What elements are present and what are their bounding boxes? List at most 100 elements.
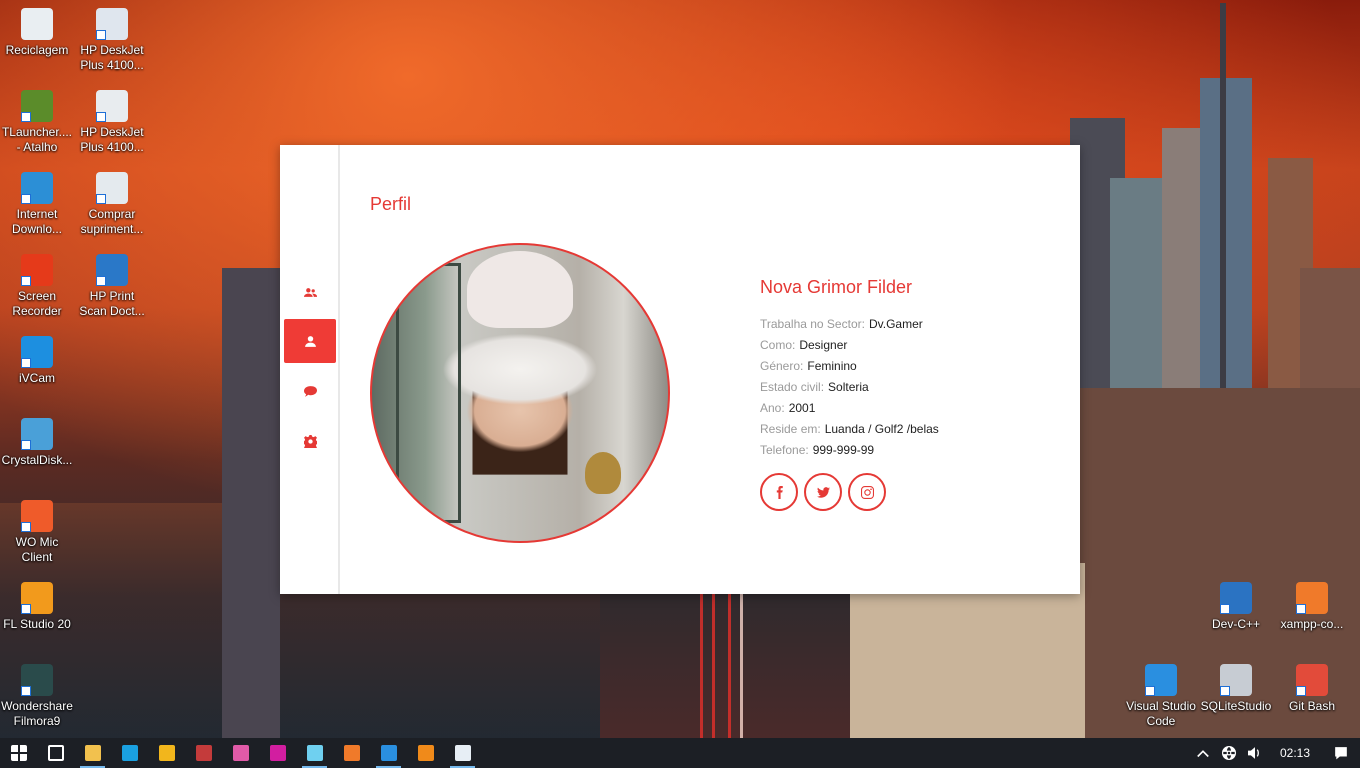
nav-team-button[interactable] — [284, 270, 336, 314]
social-links — [760, 473, 1060, 511]
desktop-shortcut-label: HP DeskJet Plus 4100... — [80, 43, 144, 72]
users-icon — [303, 287, 317, 297]
desktop-shortcut-label: CrystalDisk... — [1, 453, 73, 467]
desktop-shortcut[interactable]: FL Studio 20 — [0, 582, 74, 632]
notifications-button[interactable] — [1322, 746, 1360, 760]
desktop-shortcut-label: Wondershare Filmora9 — [1, 699, 73, 728]
taskbar-button[interactable] — [444, 738, 481, 768]
chevron-up-icon — [1197, 750, 1209, 758]
twitter-icon — [816, 486, 830, 498]
taskbar-button[interactable] — [37, 738, 74, 768]
desktop-shortcut[interactable]: Comprar supriment... — [75, 172, 149, 237]
ivcam-icon — [21, 336, 53, 368]
desktop-shortcut-label: iVCam — [18, 371, 55, 385]
desktop-shortcut-label: Screen Recorder — [12, 289, 62, 318]
access-icon — [195, 745, 212, 761]
profile-name: Nova Grimor Filder — [760, 277, 913, 297]
desktop-shortcut-label: FL Studio 20 — [3, 617, 71, 631]
desktop-shortcut-label: SQLiteStudio — [1200, 699, 1272, 713]
taskbar-button[interactable] — [296, 738, 333, 768]
network-button[interactable] — [1216, 746, 1242, 760]
desktop-shortcut-label: Reciclagem — [5, 43, 69, 57]
profile-sidebar — [280, 145, 340, 594]
desktop-shortcut[interactable]: Wondershare Filmora9 — [0, 664, 74, 729]
field-gender: Género: Feminino — [760, 356, 1060, 377]
desktop-shortcut[interactable]: HP DeskJet Plus 4100... — [75, 8, 149, 73]
taskbar-button[interactable] — [148, 738, 185, 768]
desktop-shortcut[interactable]: HP Print Scan Doct... — [75, 254, 149, 319]
desktop-shortcut[interactable]: Git Bash — [1275, 664, 1349, 714]
git-bash-icon — [1296, 664, 1328, 696]
show-hidden-icons-button[interactable] — [1190, 746, 1216, 760]
file-explorer-icon — [84, 745, 101, 761]
desktop-shortcut[interactable]: HP DeskJet Plus 4100... — [75, 90, 149, 155]
printer-cart-icon — [96, 172, 128, 204]
desktop-shortcut[interactable]: Dev-C++ — [1199, 582, 1273, 632]
desktop-shortcut[interactable]: Screen Recorder — [0, 254, 74, 319]
desktop-shortcut[interactable]: WO Mic Client — [0, 500, 74, 565]
desktop-shortcut-label: Internet Downlo... — [11, 207, 63, 236]
desktop-shortcut-label: HP DeskJet Plus 4100... — [80, 125, 144, 154]
system-tray: 02:13 — [1190, 738, 1360, 768]
sqlite-studio-icon — [1220, 664, 1252, 696]
desktop-shortcut-label: Visual Studio Code — [1126, 699, 1196, 728]
nav-settings-button[interactable] — [284, 419, 336, 463]
field-value: Luanda / Golf2 /belas — [824, 422, 939, 436]
filmora-icon — [21, 664, 53, 696]
screen-recorder-icon — [21, 254, 53, 286]
field-marital-status: Estado civil: Solteria — [760, 377, 1060, 398]
windows-start-icon — [10, 745, 27, 761]
clock[interactable]: 02:13 — [1268, 746, 1322, 760]
field-label: Género: — [760, 359, 804, 373]
taskbar-button[interactable] — [111, 738, 148, 768]
notepad-icon — [306, 745, 323, 761]
notification-center-icon — [1335, 747, 1347, 760]
field-year: Ano: 2001 — [760, 398, 1060, 419]
desktop-shortcut[interactable]: SQLiteStudio — [1199, 664, 1273, 714]
facebook-icon — [776, 485, 783, 499]
field-value: Feminino — [807, 359, 857, 373]
nav-messages-button[interactable] — [284, 369, 336, 413]
desktop-shortcut[interactable]: CrystalDisk... — [0, 418, 74, 468]
taskbar-button[interactable] — [333, 738, 370, 768]
desktop-shortcut[interactable]: Internet Downlo... — [0, 172, 74, 237]
nav-profile-button[interactable] — [284, 319, 336, 363]
field-label: Reside em: — [760, 422, 821, 436]
desktop-shortcut-label: xampp-co... — [1280, 617, 1344, 631]
facebook-button[interactable] — [760, 473, 798, 511]
avatar-vase-detail — [585, 452, 621, 494]
taskbar-button[interactable] — [0, 738, 37, 768]
desktop-shortcut[interactable]: TLauncher.... - Atalho — [0, 90, 74, 155]
taskbar-button[interactable] — [407, 738, 444, 768]
internet-download-manager-icon — [21, 172, 53, 204]
taskbar-button[interactable] — [259, 738, 296, 768]
field-role: Como: Designer — [760, 335, 1060, 356]
taskbar-button[interactable] — [222, 738, 259, 768]
taskbar-button[interactable] — [185, 738, 222, 768]
instagram-button[interactable] — [848, 473, 886, 511]
twitter-button[interactable] — [804, 473, 842, 511]
printer-scan-icon — [96, 8, 128, 40]
desktop-shortcut[interactable]: Reciclagem — [0, 8, 74, 58]
volume-button[interactable] — [1242, 746, 1268, 760]
dev-cpp-icon — [1220, 582, 1252, 614]
globe-icon — [1221, 746, 1236, 760]
field-label: Estado civil: — [760, 380, 825, 394]
field-phone: Telefone: 999-999-99 — [760, 440, 1060, 461]
desktop-shortcut[interactable]: xampp-co... — [1275, 582, 1349, 632]
desktop-shortcut-label: Git Bash — [1288, 699, 1336, 713]
taskbar-button[interactable] — [74, 738, 111, 768]
taskbar-button[interactable] — [370, 738, 407, 768]
desktop-shortcut[interactable]: iVCam — [0, 336, 74, 386]
field-label: Como: — [760, 338, 796, 352]
desktop-shortcut-label: HP Print Scan Doct... — [79, 289, 145, 318]
vlc-icon — [417, 745, 434, 761]
desktop-shortcut[interactable]: Visual Studio Code — [1124, 664, 1198, 729]
profile-info: Nova Grimor Filder Trabalha no Sector: Dv… — [760, 277, 1060, 511]
page-title: Perfil — [370, 194, 412, 214]
wallpaper-building — [1200, 78, 1252, 738]
field-label: Trabalha no Sector: — [760, 317, 865, 331]
field-value: 999-999-99 — [812, 443, 875, 457]
field-label: Telefone: — [760, 443, 809, 457]
gear-icon — [303, 434, 317, 448]
